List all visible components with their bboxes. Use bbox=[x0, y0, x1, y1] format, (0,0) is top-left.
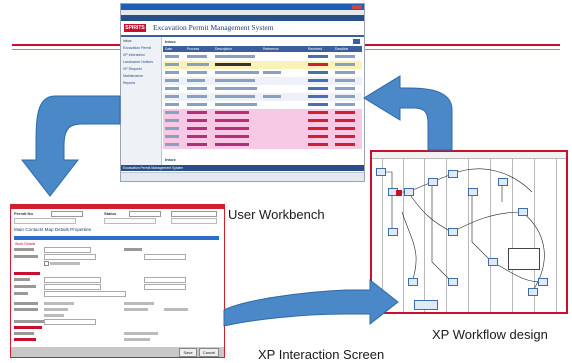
table-row[interactable] bbox=[163, 101, 362, 109]
header-field[interactable] bbox=[104, 218, 156, 224]
inbox-footer-label: Inbox bbox=[165, 157, 176, 162]
sidebar: Inbox Excavation Permit XP Interaction L… bbox=[121, 37, 162, 165]
header-field[interactable] bbox=[171, 218, 217, 224]
form-input[interactable] bbox=[44, 277, 101, 283]
sidebar-item[interactable]: Reports bbox=[123, 81, 135, 85]
table-row[interactable] bbox=[163, 125, 362, 133]
section-label: Work Details bbox=[15, 242, 36, 246]
sidebar-item[interactable]: XP Interaction bbox=[123, 53, 145, 57]
app-logo: SPIRITS bbox=[124, 24, 146, 32]
table-header-cell[interactable]: Description bbox=[215, 46, 232, 52]
status-field[interactable] bbox=[129, 211, 161, 217]
workflow-legend-box bbox=[414, 300, 438, 310]
caption-interaction-screen: XP Interaction Screen bbox=[258, 347, 385, 362]
workflow-step[interactable] bbox=[488, 258, 498, 266]
form-input[interactable] bbox=[144, 284, 186, 290]
status-bar: Excavation Permit Management System bbox=[121, 165, 364, 171]
sidebar-item[interactable]: Excavation Permit bbox=[123, 46, 151, 50]
status-text: Excavation Permit Management System bbox=[123, 166, 184, 170]
workflow-step[interactable] bbox=[528, 288, 538, 296]
taskbar bbox=[121, 172, 364, 181]
form-input[interactable] bbox=[144, 254, 186, 260]
workflow-note bbox=[508, 248, 540, 270]
form-input[interactable] bbox=[144, 277, 186, 283]
table-header-cell[interactable]: Deadline bbox=[335, 46, 348, 52]
save-button[interactable]: Save bbox=[179, 348, 197, 357]
form-tabs[interactable]: Main Contacts Map Details Properties bbox=[14, 227, 91, 232]
table-header-cell[interactable]: Date bbox=[165, 46, 172, 52]
xp-workflow-screenshot bbox=[370, 150, 568, 314]
form-title-bar bbox=[11, 205, 224, 209]
table-row[interactable] bbox=[163, 93, 362, 101]
table-row[interactable] bbox=[163, 85, 362, 93]
arrow-workflow-to-workbench bbox=[363, 75, 453, 151]
top-nav-bar bbox=[121, 15, 364, 21]
table-row[interactable] bbox=[163, 133, 362, 141]
table-header-cell[interactable]: Process bbox=[187, 46, 199, 52]
form-input[interactable] bbox=[44, 247, 91, 253]
workflow-step[interactable] bbox=[518, 208, 528, 216]
workflow-step[interactable] bbox=[404, 188, 414, 196]
section-header-bar bbox=[14, 236, 219, 240]
form-input[interactable] bbox=[44, 254, 96, 260]
user-workbench-screenshot: SPIRITS Excavation Permit Management Sys… bbox=[120, 3, 365, 182]
workflow-step[interactable] bbox=[428, 178, 438, 186]
form-input[interactable] bbox=[44, 319, 96, 325]
sidebar-item[interactable]: Maintenance bbox=[123, 74, 143, 78]
form-field-grid bbox=[14, 247, 219, 343]
workflow-step[interactable] bbox=[376, 168, 386, 176]
table-header-cell[interactable]: Reference bbox=[263, 46, 279, 52]
sidebar-item[interactable]: Landowner Notices bbox=[123, 60, 153, 64]
checkbox[interactable] bbox=[44, 261, 49, 266]
workflow-step[interactable] bbox=[448, 170, 458, 178]
status-label: Status bbox=[104, 211, 117, 216]
table-row[interactable] bbox=[163, 109, 362, 117]
form-input[interactable] bbox=[44, 284, 101, 290]
cancel-button[interactable]: Cancel bbox=[199, 348, 219, 357]
app-title: Excavation Permit Management System bbox=[153, 23, 274, 32]
window-controls[interactable] bbox=[352, 5, 362, 9]
pager-button[interactable] bbox=[353, 39, 360, 44]
table-row[interactable] bbox=[163, 117, 362, 125]
workflow-step[interactable] bbox=[388, 228, 398, 236]
table-header-cell[interactable]: Received bbox=[308, 46, 322, 52]
section-label: Inbox bbox=[165, 39, 176, 44]
caption-workflow-design: XP Workflow design bbox=[432, 327, 548, 342]
inbox-table-body bbox=[163, 53, 362, 155]
workflow-step[interactable] bbox=[408, 278, 418, 286]
permit-number-field[interactable] bbox=[51, 211, 83, 217]
header-field[interactable] bbox=[14, 218, 76, 224]
permit-number-label: Permit No bbox=[14, 211, 33, 216]
table-row[interactable] bbox=[163, 77, 362, 85]
workflow-step[interactable] bbox=[448, 228, 458, 236]
table-row[interactable] bbox=[163, 69, 362, 77]
header-field[interactable] bbox=[171, 211, 217, 217]
xp-interaction-screenshot: Permit No Status Main Contacts Map Detai… bbox=[10, 204, 225, 358]
table-row[interactable] bbox=[163, 53, 362, 61]
table-header: Date Process Description Reference Recei… bbox=[163, 46, 362, 52]
workflow-step[interactable] bbox=[498, 178, 508, 186]
table-row[interactable] bbox=[163, 141, 362, 149]
sidebar-header: Inbox bbox=[123, 39, 132, 43]
workflow-step[interactable] bbox=[538, 278, 548, 286]
form-input[interactable] bbox=[44, 291, 126, 297]
caption-user-workbench: User Workbench bbox=[228, 207, 325, 222]
workflow-step[interactable] bbox=[448, 278, 458, 286]
table-row[interactable] bbox=[163, 61, 362, 69]
workflow-start-marker bbox=[396, 190, 402, 196]
sidebar-item[interactable]: XP Request bbox=[123, 67, 142, 71]
workflow-step[interactable] bbox=[468, 188, 478, 196]
arrow-workbench-to-interaction bbox=[20, 95, 121, 197]
